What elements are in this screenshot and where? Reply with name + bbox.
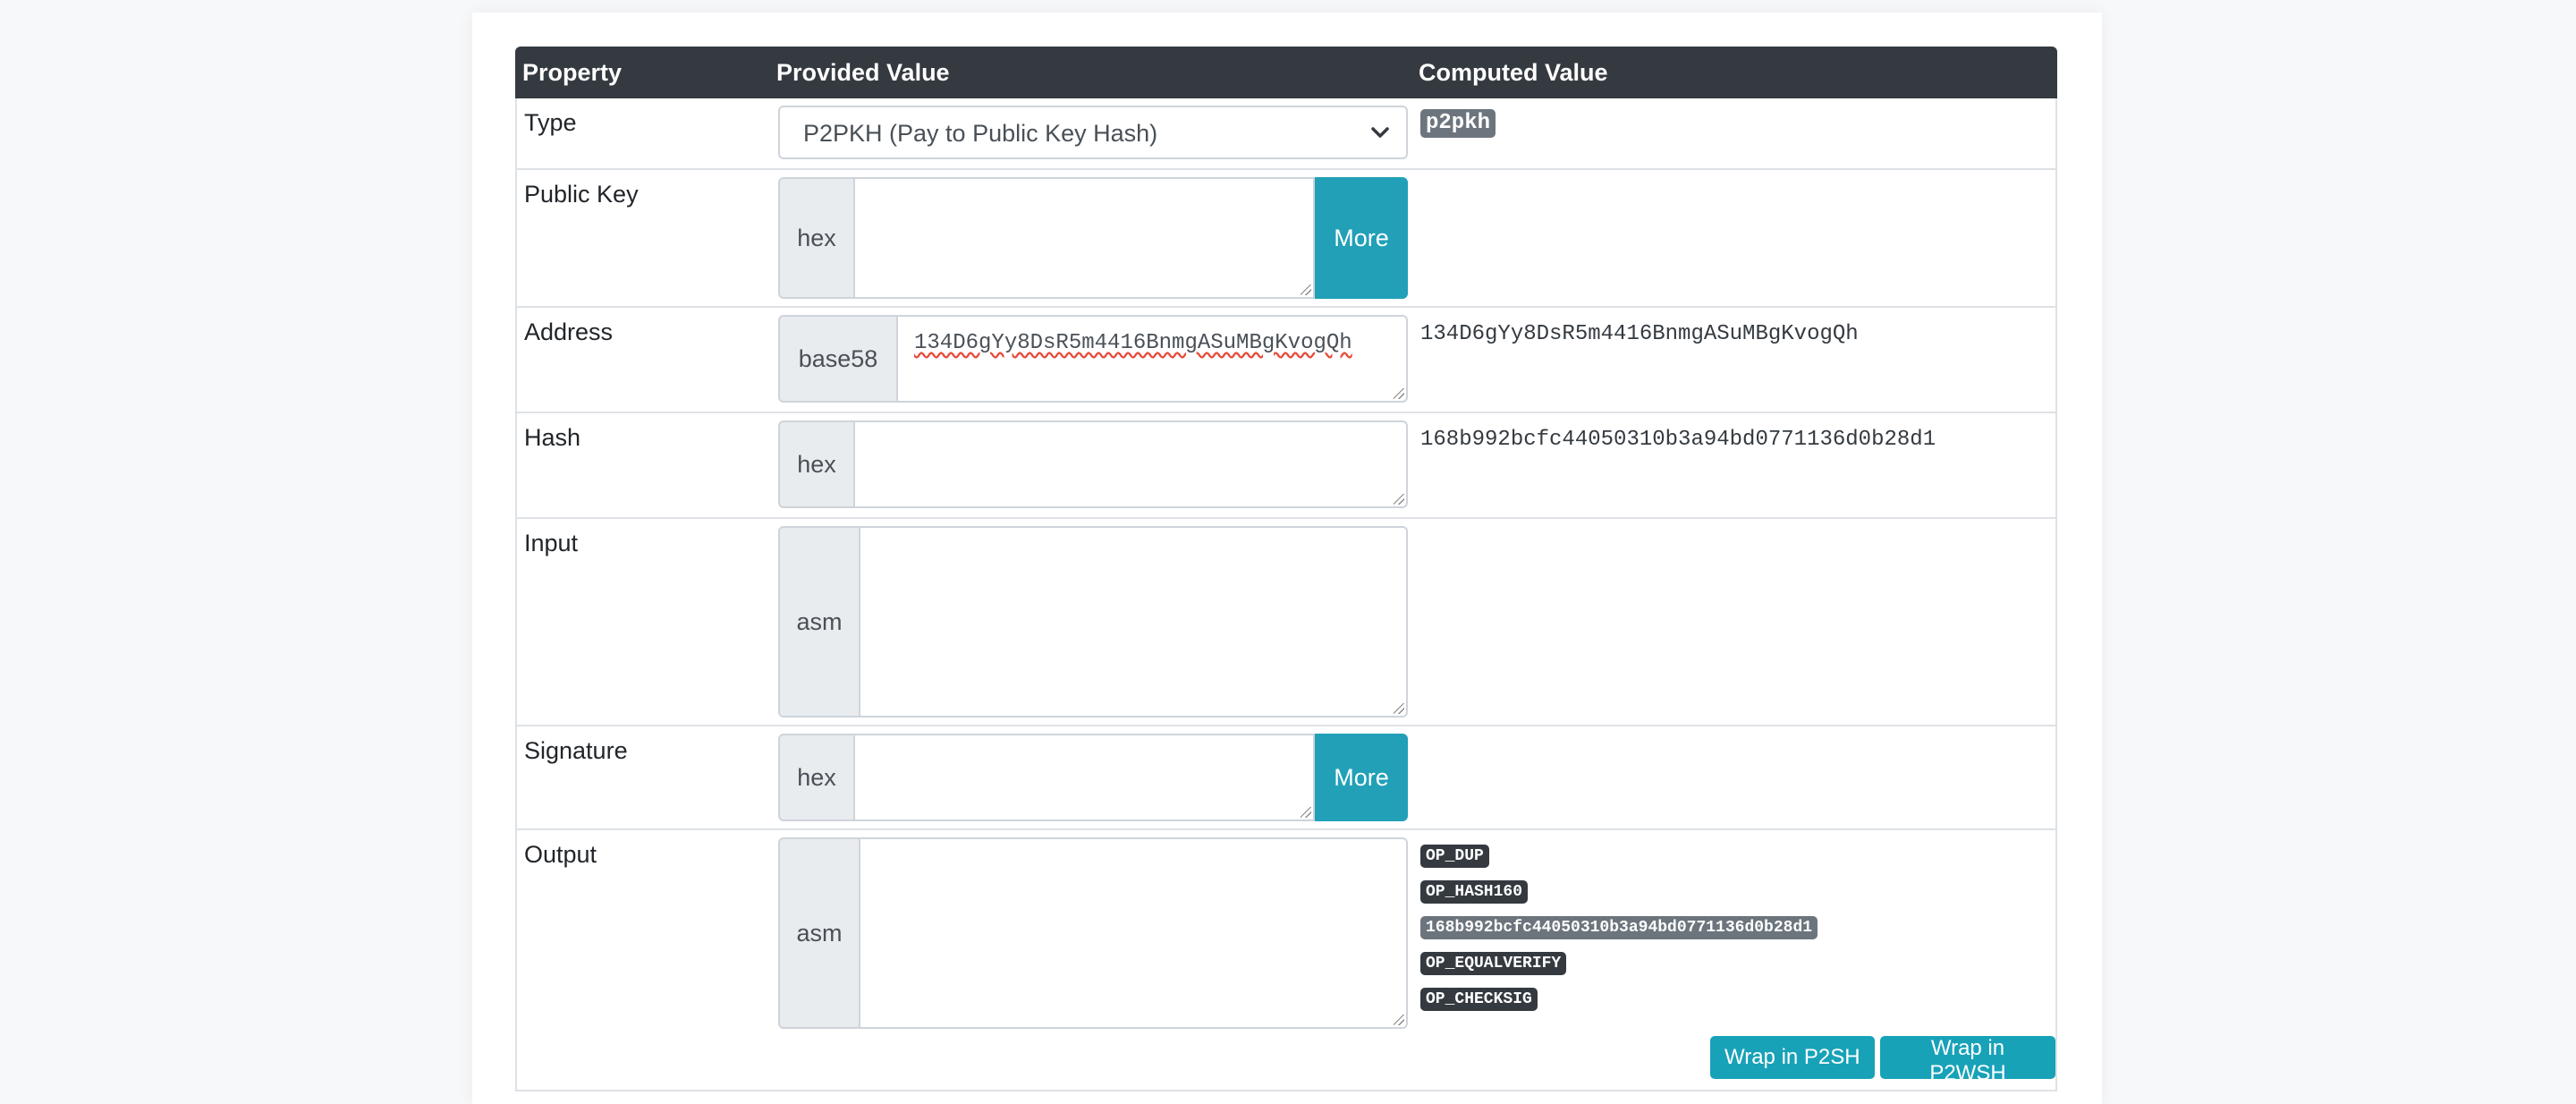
hash-computed: 168b992bcfc44050310b3a94bd0771136d0b28d1 [1420, 428, 1936, 452]
hash-input-group: hex [778, 420, 1408, 508]
row-signature: Signature hex More [515, 726, 2057, 830]
output-label: Output [524, 841, 597, 868]
input-input-group: asm [778, 526, 1408, 718]
signature-input-group: hex More [778, 734, 1408, 821]
address-computed: 134D6gYy8DsR5m4416BnmgASuMBgKvogQh [1420, 322, 1859, 346]
signature-label: Signature [524, 737, 628, 764]
input-addon: asm [778, 526, 860, 718]
chevron-down-icon [1371, 127, 1389, 138]
type-select-value: P2PKH (Pay to Public Key Hash) [803, 120, 1158, 147]
row-address: Address base58 134D6gYy8DsR5m4416BnmgASu… [515, 308, 2057, 413]
type-badge: p2pkh [1420, 109, 1496, 138]
hash-textarea[interactable] [855, 420, 1408, 508]
table-header: Property Provided Value Computed Value [515, 47, 2057, 98]
properties-table: Property Provided Value Computed Value T… [515, 47, 2057, 1091]
resize-handle-icon[interactable] [1301, 284, 1311, 295]
script-card: Property Provided Value Computed Value T… [472, 13, 2102, 1104]
public-key-textarea[interactable] [855, 177, 1315, 299]
resize-handle-icon[interactable] [1301, 807, 1311, 818]
wrap-p2sh-button[interactable]: Wrap in P2SH [1710, 1036, 1875, 1079]
resize-handle-icon[interactable] [1394, 388, 1404, 399]
output-textarea[interactable] [860, 837, 1408, 1029]
public-key-label: Public Key [524, 181, 639, 208]
address-addon: base58 [778, 315, 898, 403]
hash-badge: 168b992bcfc44050310b3a94bd0771136d0b28d1 [1420, 916, 1818, 939]
signature-more-button[interactable]: More [1315, 734, 1408, 821]
address-label: Address [524, 318, 614, 345]
signature-textarea[interactable] [855, 734, 1315, 821]
output-addon: asm [778, 837, 860, 1029]
op-badge: OP_CHECKSIG [1420, 988, 1538, 1011]
input-label: Input [524, 530, 579, 556]
hash-label: Hash [524, 424, 581, 451]
row-input: Input asm [515, 519, 2057, 726]
output-input-group: asm [778, 837, 1408, 1029]
signature-addon: hex [778, 734, 855, 821]
row-type: Type P2PKH (Pay to Public Key Hash) p2pk… [515, 98, 2057, 170]
header-computed-value: Computed Value [1419, 59, 1608, 86]
type-select[interactable]: P2PKH (Pay to Public Key Hash) [778, 106, 1408, 159]
address-input-group: base58 134D6gYy8DsR5m4416BnmgASuMBgKvogQ… [778, 315, 1408, 403]
row-hash: Hash hex 168b992bcfc44050310b3a94bd07711… [515, 413, 2057, 519]
address-textarea[interactable]: 134D6gYy8DsR5m4416BnmgASuMBgKvogQh [898, 315, 1408, 403]
header-property: Property [522, 59, 623, 86]
public-key-more-button[interactable]: More [1315, 177, 1408, 299]
type-computed: p2pkh [1420, 109, 1496, 138]
op-badge: OP_EQUALVERIFY [1420, 952, 1567, 975]
resize-handle-icon[interactable] [1394, 494, 1404, 505]
input-textarea[interactable] [860, 526, 1408, 718]
address-value: 134D6gYy8DsR5m4416BnmgASuMBgKvogQh [914, 331, 1352, 355]
resize-handle-icon[interactable] [1394, 1015, 1404, 1025]
resize-handle-icon[interactable] [1394, 703, 1404, 714]
header-provided-value: Provided Value [776, 59, 950, 86]
hash-addon: hex [778, 420, 855, 508]
op-badge: OP_HASH160 [1420, 880, 1529, 904]
op-badge: OP_DUP [1420, 845, 1489, 868]
row-public-key: Public Key hex More [515, 170, 2057, 308]
public-key-input-group: hex More [778, 177, 1408, 299]
type-label: Type [524, 109, 577, 136]
row-output: Output asm OP_DUP OP_HASH160 168b992bcfc… [515, 830, 2057, 1091]
output-ops-list: OP_DUP OP_HASH160 168b992bcfc44050310b3a… [1420, 845, 1818, 1023]
public-key-addon: hex [778, 177, 855, 299]
wrap-p2wsh-button[interactable]: Wrap in P2WSH [1880, 1036, 2055, 1085]
